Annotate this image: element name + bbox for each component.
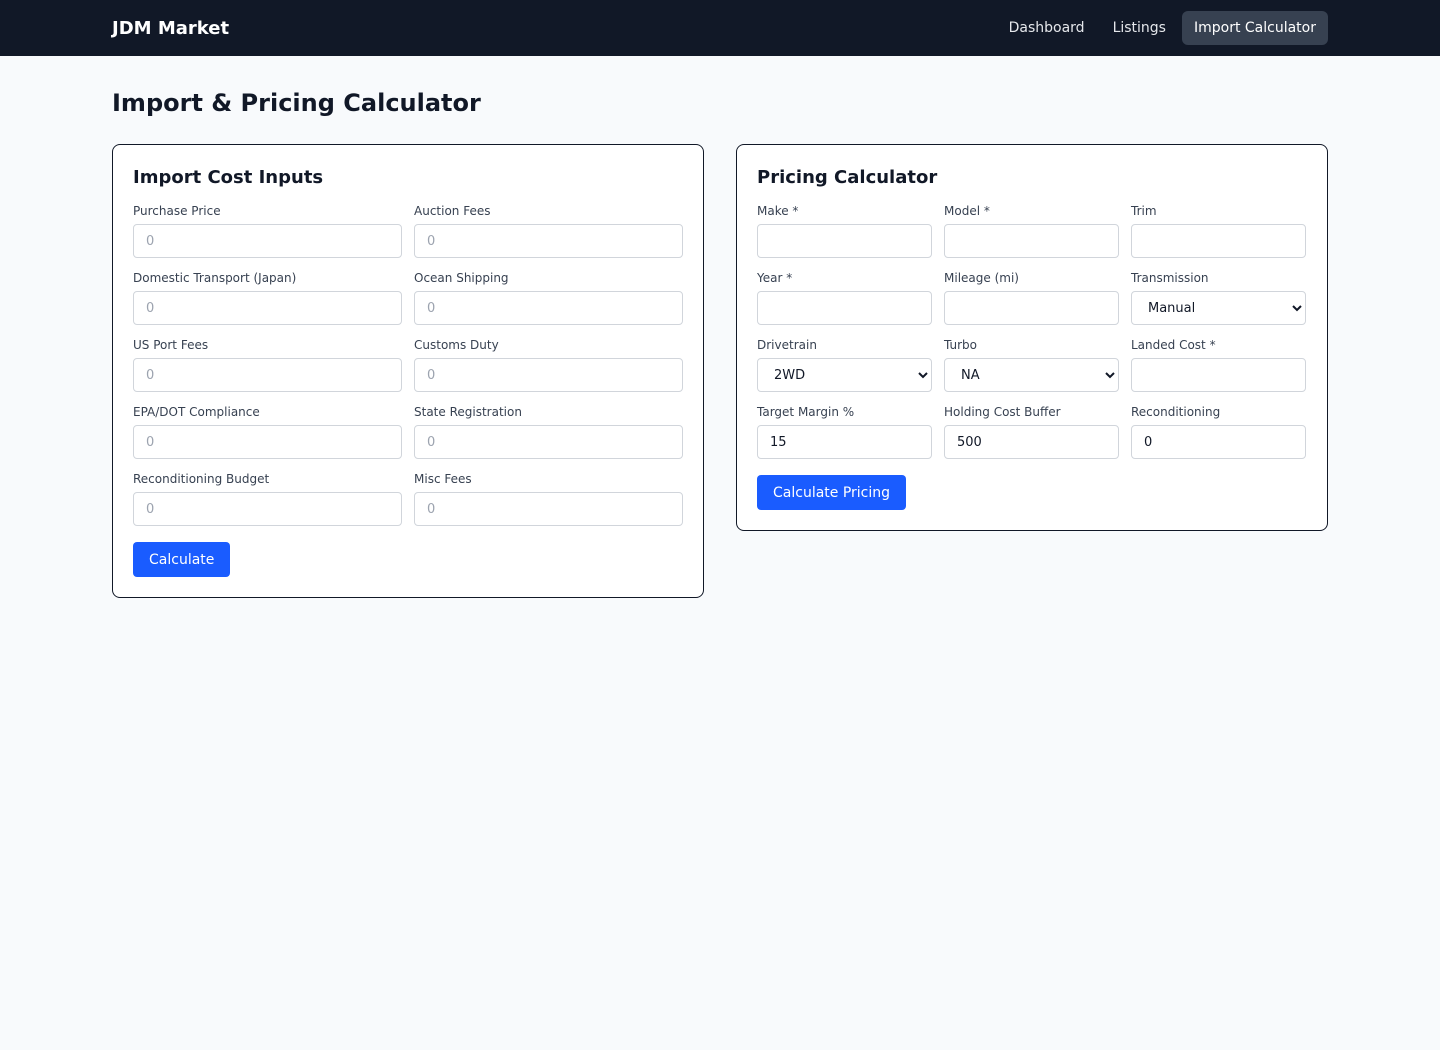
trim-input[interactable] [1131, 224, 1306, 258]
field-landed-cost: Landed Cost * [1131, 338, 1306, 392]
field-auction-fees: Auction Fees [414, 204, 683, 258]
main-nav: Dashboard Listings Import Calculator [997, 11, 1328, 45]
reconditioning-budget-label: Reconditioning Budget [133, 472, 270, 486]
trim-label: Trim [1131, 204, 1157, 218]
transmission-select[interactable]: Manual [1131, 291, 1306, 325]
field-make: Make * [757, 204, 932, 258]
reconditioning-label: Reconditioning [1131, 405, 1221, 419]
us-port-fees-input[interactable] [133, 358, 402, 392]
field-reconditioning: Reconditioning [1131, 405, 1306, 459]
brand-logo[interactable]: JDM Market [112, 18, 229, 39]
page-title: Import & Pricing Calculator [112, 89, 481, 117]
field-transmission: Transmission Manual [1131, 271, 1306, 325]
domestic-transport-label: Domestic Transport (Japan) [133, 271, 297, 285]
landed-cost-label: Landed Cost * [1131, 338, 1216, 352]
year-input[interactable] [757, 291, 932, 325]
reconditioning-input[interactable] [1131, 425, 1306, 459]
transmission-label: Transmission [1131, 271, 1209, 285]
field-reconditioning-budget: Reconditioning Budget [133, 472, 402, 526]
pricing-calculator-card: Pricing Calculator Make * Model * Trim Y… [736, 144, 1328, 531]
field-target-margin: Target Margin % [757, 405, 932, 459]
customs-duty-label: Customs Duty [414, 338, 499, 352]
import-cost-grid: Purchase Price Auction Fees Domestic Tra… [133, 204, 683, 526]
import-cost-card: Import Cost Inputs Purchase Price Auctio… [112, 144, 704, 598]
year-label: Year * [757, 271, 793, 285]
field-domestic-transport: Domestic Transport (Japan) [133, 271, 402, 325]
turbo-label: Turbo [944, 338, 978, 352]
epa-dot-compliance-input[interactable] [133, 425, 402, 459]
ocean-shipping-input[interactable] [414, 291, 683, 325]
purchase-price-input[interactable] [133, 224, 402, 258]
mileage-input[interactable] [944, 291, 1119, 325]
drivetrain-select[interactable]: 2WD [757, 358, 932, 392]
field-trim: Trim [1131, 204, 1306, 258]
nav-import-calculator[interactable]: Import Calculator [1181, 11, 1328, 45]
state-registration-input[interactable] [414, 425, 683, 459]
field-misc-fees: Misc Fees [414, 472, 683, 526]
nav-listings[interactable]: Listings [1101, 11, 1178, 45]
epa-dot-compliance-label: EPA/DOT Compliance [133, 405, 260, 419]
landed-cost-input[interactable] [1131, 358, 1306, 392]
cards-row: Import Cost Inputs Purchase Price Auctio… [112, 144, 1440, 598]
target-margin-label: Target Margin % [757, 405, 855, 419]
field-state-registration: State Registration [414, 405, 683, 459]
purchase-price-label: Purchase Price [133, 204, 221, 218]
drivetrain-label: Drivetrain [757, 338, 817, 352]
reconditioning-budget-input[interactable] [133, 492, 402, 526]
nav-dashboard[interactable]: Dashboard [997, 11, 1097, 45]
field-drivetrain: Drivetrain 2WD [757, 338, 932, 392]
pricing-calculator-title: Pricing Calculator [757, 167, 938, 188]
make-input[interactable] [757, 224, 932, 258]
top-navbar: JDM Market Dashboard Listings Import Cal… [0, 0, 1440, 56]
field-turbo: Turbo NA [944, 338, 1119, 392]
field-holding-cost-buffer: Holding Cost Buffer [944, 405, 1119, 459]
holding-cost-buffer-label: Holding Cost Buffer [944, 405, 1061, 419]
field-year: Year * [757, 271, 932, 325]
us-port-fees-label: US Port Fees [133, 338, 209, 352]
ocean-shipping-label: Ocean Shipping [414, 271, 509, 285]
pricing-grid: Make * Model * Trim Year * Mileage (mi) … [757, 204, 1307, 459]
holding-cost-buffer-input[interactable] [944, 425, 1119, 459]
field-ocean-shipping: Ocean Shipping [414, 271, 683, 325]
mileage-label: Mileage (mi) [944, 271, 1019, 285]
field-us-port-fees: US Port Fees [133, 338, 402, 392]
state-registration-label: State Registration [414, 405, 522, 419]
model-label: Model * [944, 204, 990, 218]
calculate-pricing-button[interactable]: Calculate Pricing [757, 475, 907, 510]
calculate-button[interactable]: Calculate [133, 542, 231, 577]
target-margin-input[interactable] [757, 425, 932, 459]
field-customs-duty: Customs Duty [414, 338, 683, 392]
customs-duty-input[interactable] [414, 358, 683, 392]
make-label: Make * [757, 204, 799, 218]
field-model: Model * [944, 204, 1119, 258]
domestic-transport-input[interactable] [133, 291, 402, 325]
field-purchase-price: Purchase Price [133, 204, 402, 258]
import-cost-title: Import Cost Inputs [133, 167, 324, 188]
turbo-select[interactable]: NA [944, 358, 1119, 392]
auction-fees-label: Auction Fees [414, 204, 491, 218]
model-input[interactable] [944, 224, 1119, 258]
misc-fees-label: Misc Fees [414, 472, 472, 486]
auction-fees-input[interactable] [414, 224, 683, 258]
field-mileage: Mileage (mi) [944, 271, 1119, 325]
misc-fees-input[interactable] [414, 492, 683, 526]
field-epa-dot-compliance: EPA/DOT Compliance [133, 405, 402, 459]
